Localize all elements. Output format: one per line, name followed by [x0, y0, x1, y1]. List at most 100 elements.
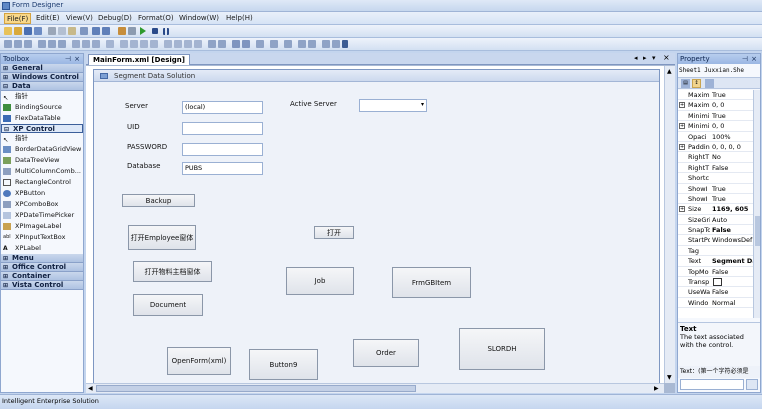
cut-icon[interactable] [48, 27, 56, 35]
property-scroll-thumb[interactable] [755, 216, 760, 246]
property-row[interactable]: ShowI True [678, 194, 753, 205]
property-value[interactable]: True [712, 90, 753, 100]
open-employee-button[interactable]: 打开Employee窗体 [128, 225, 196, 250]
property-row[interactable]: Transp [678, 277, 753, 288]
toolbox-group-menu[interactable]: ⊞ Menu [1, 254, 83, 263]
toolbox-group-container[interactable]: ⊞ Container [1, 272, 83, 281]
delete-icon[interactable] [80, 27, 88, 35]
menu-help[interactable]: Help(H) [224, 13, 255, 24]
menu-debug[interactable]: Debug(D) [96, 13, 134, 24]
property-grid-scrollbar[interactable] [753, 90, 760, 318]
property-pages-icon[interactable] [705, 79, 714, 88]
property-value[interactable]: False [712, 225, 753, 235]
property-value[interactable]: 100% [712, 132, 753, 142]
property-row[interactable]: Tag [678, 246, 753, 257]
uid-input[interactable] [182, 122, 263, 135]
v-spacing-equal-icon[interactable] [164, 40, 172, 48]
lock-controls-icon[interactable] [342, 40, 348, 48]
scroll-left-icon[interactable]: ◀ [88, 385, 93, 392]
center-horizontally-icon[interactable] [208, 40, 216, 48]
layout-option-3-icon[interactable] [308, 40, 316, 48]
bring-to-front-icon[interactable] [232, 40, 240, 48]
property-row[interactable]: + Size 1169, 605 [678, 204, 753, 215]
designed-form[interactable]: Segment Data Solution Server (local) Act… [93, 69, 660, 387]
align-grid-icon[interactable] [270, 40, 278, 48]
scroll-down-icon[interactable]: ▼ [667, 374, 672, 381]
toolbox-item-borderdatagridview[interactable]: BorderDataGridView [1, 144, 83, 155]
redo-icon[interactable] [102, 27, 110, 35]
property-row[interactable]: Minimi True [678, 111, 753, 122]
toolbox-group-xp-control[interactable]: ⊟ XP Control [1, 124, 83, 133]
property-row[interactable]: Shortc [678, 173, 753, 184]
property-row[interactable]: StartPo WindowsDef [678, 235, 753, 246]
menu-format[interactable]: Format(O) [136, 13, 176, 24]
property-value[interactable]: 0, 0 [712, 121, 753, 131]
h-spacing-equal-icon[interactable] [120, 40, 128, 48]
job-button[interactable]: Job [286, 267, 354, 295]
alphabetical-icon[interactable]: ↕ [692, 79, 701, 88]
run-icon[interactable] [140, 27, 146, 35]
property-value[interactable]: Auto [712, 215, 753, 225]
property-row[interactable]: + Maxim 0, 0 [678, 100, 753, 111]
property-value[interactable]: No [712, 152, 753, 162]
designer-horizontal-scrollbar[interactable]: ◀ ▶ [86, 383, 664, 393]
tab-dropdown-icon[interactable]: ▾ [652, 54, 656, 62]
property-row[interactable]: TopMo False [678, 267, 753, 278]
toolbox-item-xplabel[interactable]: A XPLabel [1, 243, 83, 254]
expand-icon[interactable]: + [679, 143, 685, 150]
tab-list-icon[interactable]: ◂ [634, 54, 638, 62]
designer-vertical-scrollbar[interactable]: ▲ ▼ [664, 66, 675, 383]
property-value[interactable]: Segment Da [712, 256, 753, 266]
h-spacing-remove-icon[interactable] [150, 40, 158, 48]
align-top-icon[interactable] [38, 40, 46, 48]
align-center-icon[interactable] [14, 40, 22, 48]
toolbox-item-flexdatatable[interactable]: FlexDataTable [1, 113, 83, 124]
align-bottom-icon[interactable] [58, 40, 66, 48]
property-value[interactable]: True [712, 111, 753, 121]
properties-icon[interactable] [128, 27, 136, 35]
property-row[interactable]: UseWa False [678, 287, 753, 298]
scroll-up-icon[interactable]: ▲ [667, 68, 672, 75]
open-folder-icon[interactable] [14, 27, 22, 35]
pin-icon[interactable]: ⊣ [65, 54, 71, 64]
open-material-button[interactable]: 打开物料主档窗体 [133, 261, 212, 282]
layout-option-1-icon[interactable] [284, 40, 292, 48]
align-right-icon[interactable] [24, 40, 32, 48]
property-row[interactable]: SnapTo False [678, 225, 753, 236]
active-server-select[interactable]: ▾ [359, 99, 427, 112]
frmgbitem-button[interactable]: FrmGBItem [392, 267, 471, 298]
close-icon[interactable]: × [751, 54, 757, 64]
property-search-button[interactable] [746, 379, 758, 390]
toolbox-item-xpbutton[interactable]: XPButton [1, 188, 83, 199]
property-value[interactable]: False [712, 287, 753, 297]
property-value[interactable]: 1169, 605 [712, 204, 753, 214]
scroll-right-icon[interactable]: ▶ [654, 385, 659, 392]
pause-icon[interactable] [163, 28, 169, 35]
menu-file[interactable]: File(F) [4, 13, 32, 24]
expand-icon[interactable]: + [679, 102, 685, 109]
align-left-icon[interactable] [4, 40, 12, 48]
center-vertically-icon[interactable] [218, 40, 226, 48]
v-spacing-remove-icon[interactable] [194, 40, 202, 48]
send-to-back-icon[interactable] [242, 40, 250, 48]
undo-icon[interactable] [92, 27, 100, 35]
pin-icon[interactable]: ⊣ [742, 54, 748, 64]
object-selector[interactable]: Sheet1 Juxxian.She [678, 66, 760, 76]
expand-icon[interactable]: + [679, 123, 685, 130]
save-all-icon[interactable] [34, 27, 42, 35]
toolbox-item-rectanglecontrol[interactable]: RectangleControl [1, 177, 83, 188]
property-row[interactable]: + Minimi 0, 0 [678, 121, 753, 132]
toolbox-item-bindingsource[interactable]: BindingSource [1, 102, 83, 113]
toolbox-item-xpdatetimepicker[interactable]: XPDateTimePicker [1, 210, 83, 221]
menu-window[interactable]: Window(W) [177, 13, 221, 24]
toolbox-group-data[interactable]: ⊟ Data [1, 82, 83, 91]
close-icon[interactable]: × [74, 54, 80, 64]
expand-icon[interactable]: + [679, 206, 685, 213]
menu-view[interactable]: View(V) [64, 13, 95, 24]
server-input[interactable]: (local) [182, 101, 263, 114]
property-value[interactable]: 0, 0, 0, 0 [712, 142, 753, 152]
openform-button[interactable]: OpenForm(xml) [167, 347, 231, 375]
property-value[interactable]: True [712, 184, 753, 194]
horizontal-scroll-thumb[interactable] [96, 385, 416, 392]
property-search-input[interactable] [680, 379, 744, 390]
